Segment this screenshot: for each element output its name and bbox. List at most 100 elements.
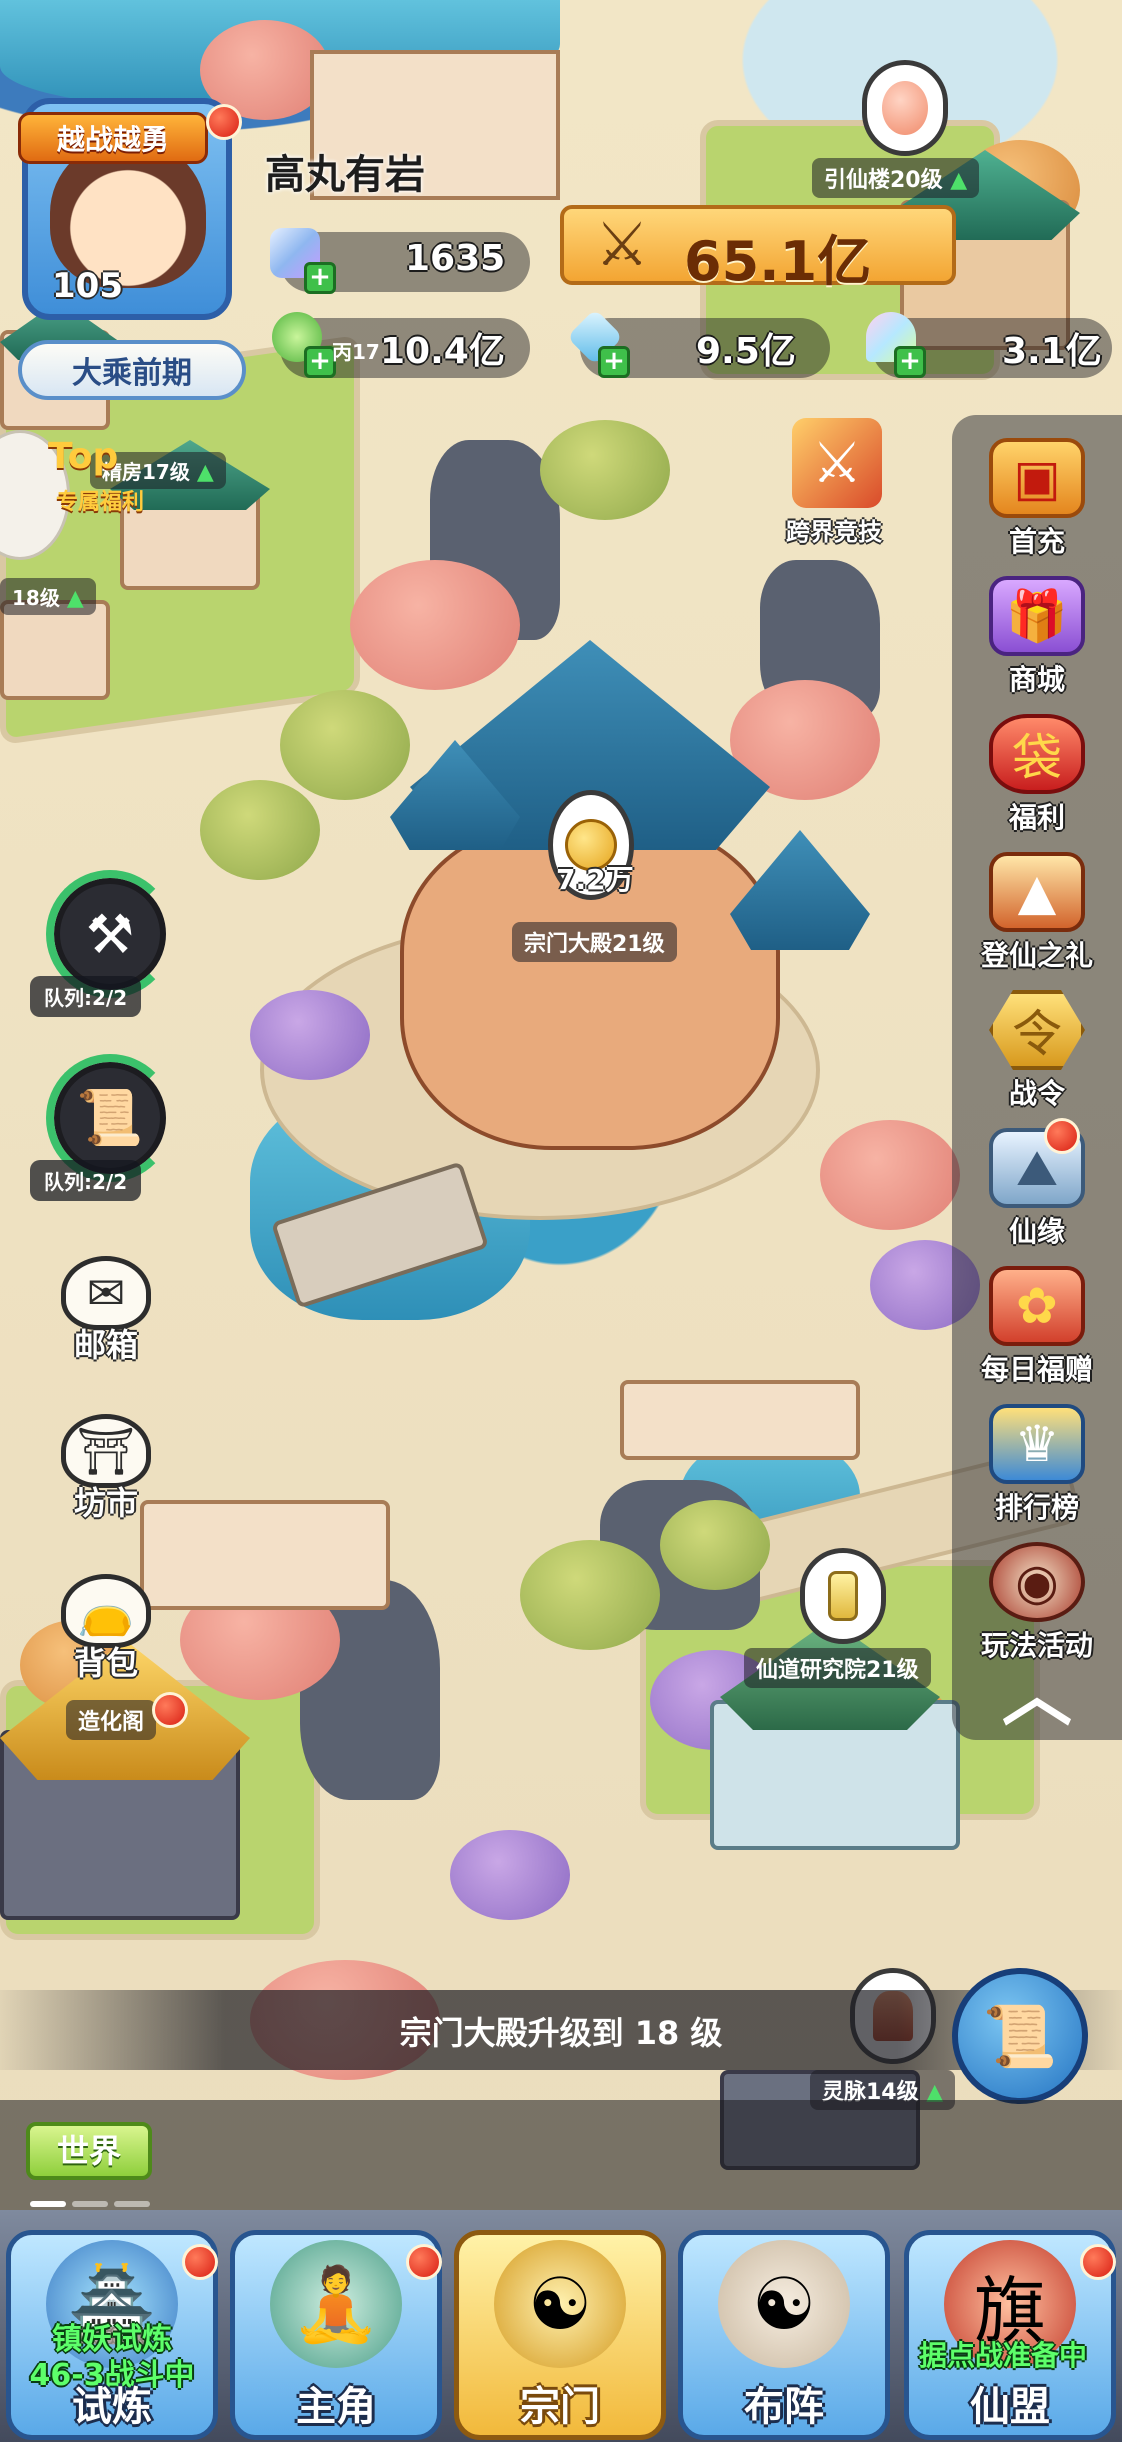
mailbox-icon: ✉ [61,1256,151,1330]
alliance-status: 据点战准备中 [918,2339,1087,2372]
yinxian-label[interactable]: 引仙楼20级 ▲ [812,158,980,198]
menu-welfare[interactable]: 袋 福利 [952,706,1122,836]
plus-icon[interactable]: + [894,346,926,378]
notification-dot [406,2244,442,2280]
nav-label: 仙盟 [970,2384,1050,2430]
menu-label: 每日福赠 [980,1353,1093,1386]
gift-icon: ▲ [989,852,1085,932]
left-building-label[interactable]: 18级 ▲ [0,578,96,615]
realm-badge[interactable]: 大乘前期 [18,340,246,400]
event-banner-subtitle[interactable]: 专属福利 [56,484,144,516]
upgrade-arrow-icon: ▲ [196,460,214,485]
meditating-figure-icon: 🧘 [270,2240,402,2368]
peach-icon [882,81,928,135]
left-building [0,600,110,700]
menu-shop[interactable]: 🎁 商城 [952,568,1122,698]
crystal-value: 9.5亿 [696,331,796,372]
menu-label: 战令 [1008,1077,1065,1110]
incense-burner-icon: ☯ [494,2240,626,2368]
tree [450,1830,570,1920]
zaohua-label[interactable]: 造化阁 [66,1700,157,1740]
notification-dot [1044,1118,1080,1154]
nav-sect[interactable]: ☯ 宗门 [454,2230,666,2440]
research-marker[interactable] [800,1548,886,1644]
menu-ascend-gift[interactable]: ▲ 登仙之礼 [952,844,1122,974]
menu-daily-gift[interactable]: ✿ 每日福赠 [952,1258,1122,1388]
menu-ranking[interactable]: ♛ 排行榜 [952,1396,1122,1526]
notice-suffix: 级 [690,2014,723,2052]
drum-icon: ◉ [989,1542,1085,1622]
menu-first-charge[interactable]: ▣ 首充 [952,430,1122,560]
notification-dot [1080,2244,1116,2280]
plus-icon[interactable]: + [304,262,336,294]
plus-icon[interactable]: + [598,346,630,378]
left-building-level: 18级 [12,586,60,610]
bag-icon: 👝 [61,1574,151,1648]
event-banner-title[interactable]: Top [48,436,118,477]
tree [350,560,520,690]
menu-label: 仙缘 [1008,1215,1065,1248]
cross-server-button[interactable]: ⚔ 跨界竞技 [752,418,922,548]
upgrade-arrow-icon: ▲ [950,168,968,193]
taiji-disk-icon: ☯ [718,2240,850,2368]
nav-label: 布阵 [744,2384,824,2430]
notification-dot [152,1692,188,1728]
wall [620,1380,860,1460]
lucky-bag-icon: 袋 [989,714,1085,794]
chevron-up-icon[interactable]: ︿ [992,1660,1082,1730]
yinxian-level-text: 引仙楼20级 [824,168,943,193]
menu-activities[interactable]: ◉ 玩法活动 [952,1534,1122,1664]
notice-level: 18 [634,2014,680,2052]
research-label[interactable]: 仙道研究院21级 [744,1648,931,1688]
notification-dot [206,104,242,140]
daily-gift-icon: ✿ [989,1266,1085,1346]
tree [520,1540,660,1650]
menu-battle-pass[interactable]: 令 战令 [952,982,1122,1112]
sect-hall-label[interactable]: 宗门大殿21级 [512,922,677,962]
menu-label: 登仙之礼 [980,939,1093,972]
menu-fate[interactable]: ⛰ 仙缘 [952,1120,1122,1250]
market-icon: ⛩ [61,1414,151,1488]
tree [660,1500,770,1590]
jade-value: 1635 [405,238,506,279]
notification-dot [182,2244,218,2280]
tree [540,420,670,520]
mail-button[interactable]: ✉ 邮箱 [56,1256,156,1366]
page-indicator [30,2192,156,2211]
menu-label: 首充 [1008,525,1065,558]
nav-label: 主角 [296,2384,376,2430]
sect-hall-roof [730,830,870,950]
menu-label: 福利 [1008,801,1065,834]
wall [140,1500,390,1610]
title-badge: 越战越勇 [18,112,208,164]
market-label: 坊市 [73,1484,138,1522]
menu-label: 商城 [1008,663,1065,696]
market-button[interactable]: ⛩ 坊市 [56,1414,156,1524]
yinxian-marker[interactable] [862,60,948,156]
cross-server-label: 跨界竞技 [786,518,882,546]
crossed-swords-icon: ⚔ [595,210,649,280]
research-queue-status: 队列:2/2 [30,1160,142,1201]
nav-label: 宗门 [520,2384,600,2430]
quest-scroll-button[interactable]: 📜 [952,1968,1088,2104]
first-charge-icon: ▣ [989,438,1085,518]
gift-box-icon: 🎁 [989,576,1085,656]
build-queue-status: 队列:2/2 [30,976,142,1017]
rainbow-value: 3.1亿 [1002,331,1102,372]
player-name: 高丸有岩 [265,152,425,198]
mail-label: 邮箱 [73,1326,138,1364]
combat-power[interactable]: ⚔ 65.1亿 [560,205,956,293]
combat-power-value: 65.1亿 [684,230,872,293]
world-chat-strip[interactable] [0,2100,1122,2220]
tree [250,990,370,1080]
flask-icon [828,1571,858,1621]
tree [820,1120,960,1230]
trophy-icon: ♛ [989,1404,1085,1484]
battle-pass-icon: 令 [989,990,1085,1070]
bag-button[interactable]: 👝 背包 [56,1574,156,1684]
player-level: 105 [52,266,123,306]
spirit-stone-value: 10.4亿 [380,331,505,372]
tree [280,690,410,800]
world-chat-tag[interactable]: 世界 [26,2122,152,2180]
nav-formation[interactable]: ☯ 布阵 [678,2230,890,2440]
